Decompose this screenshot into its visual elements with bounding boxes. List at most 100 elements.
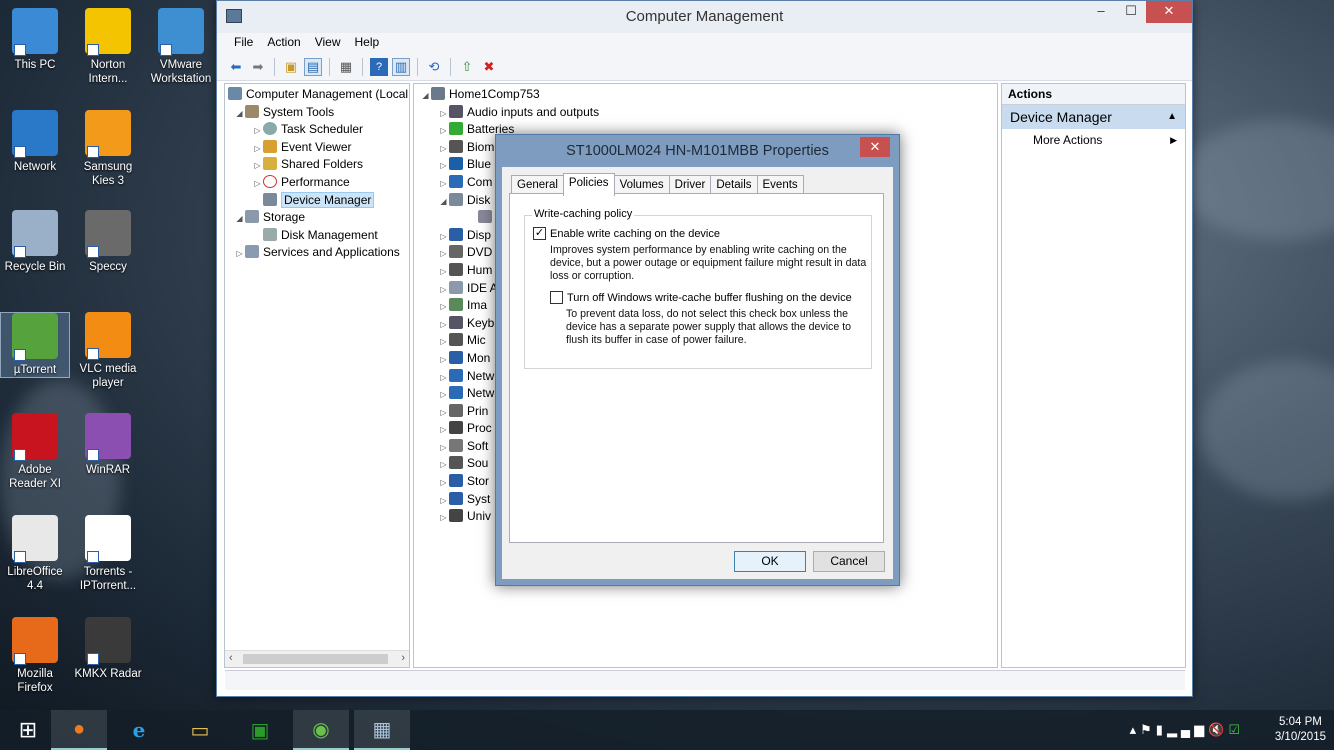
desktop-icon[interactable]: VMware Workstation bbox=[146, 8, 216, 86]
actions-group-device-manager[interactable]: Device Manager ▲ bbox=[1002, 105, 1185, 129]
menu-view[interactable]: View bbox=[308, 33, 348, 53]
collapsed-arrow-icon[interactable]: ▷ bbox=[438, 492, 449, 510]
turn-off-flushing-checkbox[interactable] bbox=[550, 291, 563, 304]
scrollbar-thumb[interactable] bbox=[243, 654, 388, 664]
collapsed-arrow-icon[interactable]: ▷ bbox=[438, 404, 449, 422]
maximize-button[interactable]: ☐ bbox=[1116, 1, 1146, 23]
tree-item-device-manager[interactable]: Device Manager bbox=[228, 191, 409, 210]
close-button[interactable]: ✕ bbox=[1146, 1, 1192, 23]
collapsed-arrow-icon[interactable]: ▷ bbox=[438, 474, 449, 492]
menu-action[interactable]: Action bbox=[260, 33, 307, 53]
start-button[interactable]: ⊞ bbox=[0, 710, 56, 750]
desktop-icon[interactable]: Network bbox=[0, 110, 70, 174]
taskbar-file-explorer[interactable]: ▭ bbox=[172, 710, 228, 750]
collapsed-arrow-icon[interactable]: ▷ bbox=[252, 140, 263, 158]
desktop-icon[interactable]: KMKX Radar bbox=[73, 617, 143, 681]
taskbar-internet-explorer[interactable]: e bbox=[111, 710, 167, 750]
properties-icon[interactable]: ▦ bbox=[337, 58, 355, 76]
tab-volumes[interactable]: Volumes bbox=[613, 175, 670, 195]
system-tray[interactable]: ▴⚑▮▂▄▆🔇☑ bbox=[1130, 722, 1244, 738]
tree-item-services-and-applications[interactable]: ▷ Services and Applications bbox=[228, 244, 409, 262]
expanded-arrow-icon[interactable]: ◢ bbox=[438, 193, 449, 211]
update-driver-icon[interactable]: ⇧ bbox=[458, 58, 476, 76]
desktop-icon[interactable]: VLC media player bbox=[73, 312, 143, 390]
expanded-arrow-icon[interactable]: ◢ bbox=[234, 105, 245, 123]
tab-details[interactable]: Details bbox=[710, 175, 758, 195]
battery-icon[interactable]: ▮ bbox=[1156, 722, 1167, 737]
show-action-pane-icon[interactable]: ▥ bbox=[392, 57, 410, 76]
turn-off-flushing-row[interactable]: Turn off Windows write-cache buffer flus… bbox=[550, 291, 852, 304]
help-icon[interactable]: ? bbox=[370, 57, 388, 76]
desktop-icon[interactable]: Mozilla Firefox bbox=[0, 617, 70, 695]
forward-arrow-icon[interactable]: ➡ bbox=[249, 58, 267, 76]
tab-policies[interactable]: Policies bbox=[562, 173, 615, 196]
show-tree-icon[interactable]: ▤ bbox=[304, 57, 322, 76]
scroll-left-icon[interactable]: ‹ bbox=[229, 652, 233, 664]
desktop-icon[interactable]: Adobe Reader XI bbox=[0, 413, 70, 491]
enable-write-caching-row[interactable]: ✓ Enable write caching on the device bbox=[533, 227, 720, 240]
desktop-icon[interactable]: This PC bbox=[0, 8, 70, 72]
tab-driver[interactable]: Driver bbox=[668, 175, 712, 195]
collapsed-arrow-icon[interactable]: ▷ bbox=[252, 122, 263, 140]
collapsed-arrow-icon[interactable]: ▷ bbox=[438, 228, 449, 246]
more-actions-item[interactable]: More Actions ▶ bbox=[1002, 129, 1185, 151]
desktop-icon[interactable]: Norton Intern... bbox=[73, 8, 143, 86]
tab-general[interactable]: General bbox=[511, 175, 564, 195]
uninstall-device-icon[interactable]: ✖ bbox=[480, 58, 498, 76]
up-folder-icon[interactable]: ▣ bbox=[282, 58, 300, 76]
flag-icon[interactable]: ⚑ bbox=[1140, 722, 1156, 737]
menu-help[interactable]: Help bbox=[348, 33, 387, 53]
check-icon[interactable]: ☑ bbox=[1228, 722, 1244, 737]
collapsed-arrow-icon[interactable]: ▷ bbox=[438, 175, 449, 193]
desktop-icon[interactable]: Torrents - IPTorrent... bbox=[73, 515, 143, 593]
collapsed-arrow-icon[interactable]: ▷ bbox=[438, 122, 449, 140]
desktop-icon[interactable]: Samsung Kies 3 bbox=[73, 110, 143, 188]
collapsed-arrow-icon[interactable]: ▷ bbox=[438, 439, 449, 457]
device-root[interactable]: ◢ Home1Comp753 bbox=[420, 86, 997, 104]
signal-icon[interactable]: ▂▄▆ bbox=[1167, 722, 1208, 737]
taskbar-firefox[interactable]: ● bbox=[51, 710, 107, 750]
desktop-icon[interactable]: µTorrent bbox=[0, 312, 70, 378]
tree-item-shared-folders[interactable]: ▷ Shared Folders bbox=[228, 156, 409, 174]
tree-item-performance[interactable]: ▷ Performance bbox=[228, 174, 409, 192]
collapse-up-icon[interactable]: ▲ bbox=[1167, 105, 1177, 129]
collapsed-arrow-icon[interactable]: ▷ bbox=[438, 386, 449, 404]
collapsed-arrow-icon[interactable]: ▷ bbox=[438, 509, 449, 527]
taskbar-computer-management[interactable]: ▦ bbox=[354, 710, 410, 750]
desktop-icon[interactable]: Speccy bbox=[73, 210, 143, 274]
tree-item-disk-management[interactable]: Disk Management bbox=[228, 227, 409, 245]
collapsed-arrow-icon[interactable]: ▷ bbox=[438, 333, 449, 351]
tree-item-system-tools[interactable]: ◢ System Tools bbox=[228, 104, 409, 122]
desktop-icon[interactable]: WinRAR bbox=[73, 413, 143, 477]
collapsed-arrow-icon[interactable]: ▷ bbox=[438, 245, 449, 263]
menu-file[interactable]: File bbox=[227, 33, 260, 53]
tab-events[interactable]: Events bbox=[756, 175, 804, 195]
title-bar[interactable]: Computer Management – ☐ ✕ bbox=[217, 1, 1192, 33]
volume-muted-icon[interactable]: 🔇 bbox=[1208, 722, 1228, 737]
collapsed-arrow-icon[interactable]: ▷ bbox=[438, 263, 449, 281]
collapsed-arrow-icon[interactable]: ▷ bbox=[438, 369, 449, 387]
horizontal-scrollbar[interactable]: ‹ › bbox=[225, 650, 409, 667]
minimize-button[interactable]: – bbox=[1086, 1, 1116, 23]
collapsed-arrow-icon[interactable]: ▷ bbox=[234, 245, 245, 263]
cancel-button[interactable]: Cancel bbox=[813, 551, 885, 572]
tray-arrow-icon[interactable]: ▴ bbox=[1130, 722, 1141, 737]
scroll-right-icon[interactable]: › bbox=[401, 652, 405, 664]
expanded-arrow-icon[interactable]: ◢ bbox=[420, 87, 431, 105]
enable-write-caching-checkbox[interactable]: ✓ bbox=[533, 227, 546, 240]
collapsed-arrow-icon[interactable]: ▷ bbox=[438, 140, 449, 158]
expanded-arrow-icon[interactable]: ◢ bbox=[234, 210, 245, 228]
desktop-icon[interactable]: Recycle Bin bbox=[0, 210, 70, 274]
collapsed-arrow-icon[interactable]: ▷ bbox=[438, 421, 449, 439]
tree-item-computer-management[interactable]: Computer Management (Local bbox=[228, 86, 409, 104]
dialog-title-bar[interactable]: ST1000LM024 HN-M101MBB Properties ✕ bbox=[496, 135, 899, 167]
taskbar-store[interactable]: ▣ bbox=[232, 710, 288, 750]
taskbar-utorrent[interactable]: ◉ bbox=[293, 710, 349, 750]
collapsed-arrow-icon[interactable]: ▷ bbox=[438, 316, 449, 334]
tree-item-task-scheduler[interactable]: ▷ Task Scheduler bbox=[228, 121, 409, 139]
ok-button[interactable]: OK bbox=[734, 551, 806, 572]
tree-item-storage[interactable]: ◢ Storage bbox=[228, 209, 409, 227]
collapsed-arrow-icon[interactable]: ▷ bbox=[438, 456, 449, 474]
back-arrow-icon[interactable]: ⬅ bbox=[227, 58, 245, 76]
collapsed-arrow-icon[interactable]: ▷ bbox=[438, 298, 449, 316]
